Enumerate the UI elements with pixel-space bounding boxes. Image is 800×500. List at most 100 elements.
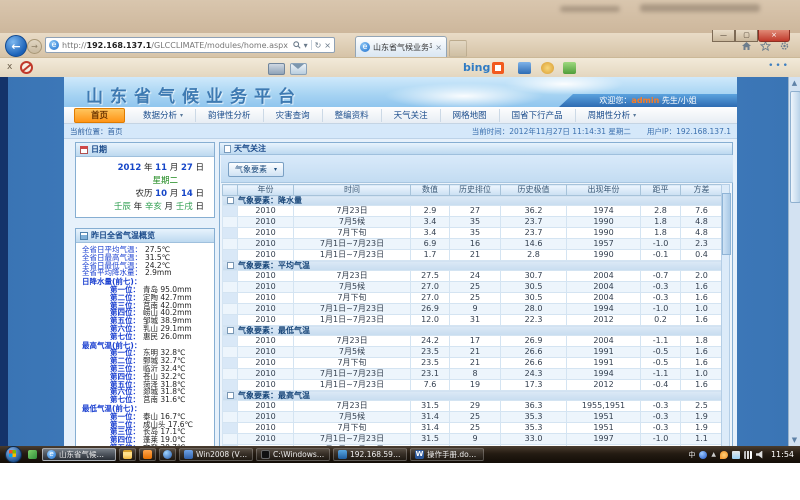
table-cell: -0.7	[641, 271, 681, 282]
checkbox[interactable]	[227, 197, 234, 204]
toolbar-close-button[interactable]: x	[7, 62, 12, 72]
table-row[interactable]: 20107月23日31.52936.31955,1951-0.32.5	[223, 401, 723, 412]
column-header[interactable]: 历史排位	[450, 185, 501, 196]
table-row[interactable]: 20107月1日~7月23日6.91614.61957-1.02.3	[223, 239, 723, 250]
table-row[interactable]: 20107月23日2.92736.219742.87.6	[223, 206, 723, 217]
checkbox[interactable]	[227, 392, 234, 399]
taskbar-clock[interactable]: 11:54	[771, 450, 794, 459]
table-row[interactable]: 20107月下旬23.52126.61991-0.51.6	[223, 358, 723, 369]
taskbar-pinned-explorer[interactable]	[119, 448, 136, 461]
blocker-icon[interactable]	[20, 61, 33, 74]
home-icon[interactable]	[741, 41, 752, 51]
taskbar-pinned-app-orange[interactable]	[139, 448, 156, 461]
column-header[interactable]: 数值	[411, 185, 450, 196]
tray-app-icon[interactable]	[699, 451, 707, 459]
column-header[interactable]: 时间	[294, 185, 411, 196]
scroll-up-icon[interactable]: ▲	[789, 77, 800, 89]
checkbox[interactable]	[227, 262, 234, 269]
group-header-row[interactable]: 气象要素：平均气温	[223, 261, 723, 271]
browser-scrollbar[interactable]: ▲ ▼	[788, 77, 800, 446]
taskbar-window-vm[interactable]: Win2008 (VS2...	[179, 448, 253, 461]
network-icon[interactable]	[744, 451, 752, 459]
taskbar-pinned-media[interactable]	[159, 448, 176, 461]
tray-flame-icon[interactable]	[720, 451, 728, 459]
scroll-down-icon[interactable]: ▼	[789, 434, 800, 446]
browser-tab[interactable]: e 山东省气候业务平... ×	[355, 36, 447, 57]
action-center-flag-icon[interactable]	[732, 451, 740, 459]
mail-icon[interactable]	[290, 63, 307, 75]
close-button[interactable]: ×	[758, 30, 790, 42]
bing-app-icon[interactable]	[492, 62, 504, 74]
nav-item-4[interactable]: 整编资料	[323, 109, 382, 122]
column-header[interactable]: 出现年份	[567, 185, 641, 196]
nav-item-2[interactable]: 韵律性分析	[196, 109, 264, 122]
table-row[interactable]: 20107月下旬27.02530.52004-0.31.6	[223, 293, 723, 304]
favorites-star-icon[interactable]	[760, 41, 771, 51]
table-scrollbar-thumb[interactable]	[722, 193, 731, 255]
nav-item-1[interactable]: 数据分析▾	[131, 109, 196, 122]
table-row[interactable]: 20107月下旬31.42535.31951-0.31.9	[223, 423, 723, 434]
table-row[interactable]: 20107月23日24.21726.92004-1.11.8	[223, 336, 723, 347]
gear-icon[interactable]	[779, 41, 790, 51]
taskbar-small-icon[interactable]	[28, 450, 37, 459]
back-button[interactable]: ←	[5, 35, 27, 57]
address-bar[interactable]: e http://192.168.137.1/GLCCLIMATE/module…	[45, 37, 335, 53]
checkbox[interactable]	[227, 327, 234, 334]
table-row[interactable]: 20107月1日~7月23日31.5933.01997-1.01.1	[223, 434, 723, 445]
table-row[interactable]: 20107月1日~7月23日26.9928.01994-1.01.0	[223, 304, 723, 315]
video-icon[interactable]	[518, 62, 531, 74]
search-dropdown-icon[interactable]: ▾	[304, 41, 308, 50]
recycle-icon[interactable]	[563, 62, 576, 74]
nav-item-6[interactable]: 网格地图	[441, 109, 500, 122]
minimize-button[interactable]: —	[712, 30, 735, 42]
table-row[interactable]: 20107月5候23.52126.61991-0.51.6	[223, 347, 723, 358]
ie-icon: e	[47, 450, 56, 459]
paw-icon[interactable]	[541, 62, 554, 74]
more-options-icon[interactable]: •••	[768, 61, 790, 71]
search-icon[interactable]	[293, 41, 301, 49]
table-row[interactable]: 20107月5候3.43523.719901.84.8	[223, 217, 723, 228]
new-tab-button[interactable]	[449, 40, 467, 57]
table-scrollbar[interactable]	[721, 184, 730, 446]
column-header[interactable]: 方差	[681, 185, 723, 196]
nav-item-7[interactable]: 国省下行产品	[500, 109, 576, 122]
table-row[interactable]: 20101月1日~7月23日7.61917.32012-0.41.6	[223, 380, 723, 391]
forward-button[interactable]: →	[27, 39, 42, 54]
stop-icon[interactable]: ×	[324, 41, 331, 50]
url-text[interactable]: http://192.168.137.1/GLCCLIMATE/modules/…	[62, 41, 293, 50]
nav-item-5[interactable]: 天气关注	[382, 109, 441, 122]
nav-item-3[interactable]: 灾害查询	[264, 109, 323, 122]
tab-close-icon[interactable]: ×	[435, 43, 442, 52]
browser-scrollbar-thumb[interactable]	[790, 91, 800, 203]
group-header-row[interactable]: 气象要素：最低气温	[223, 326, 723, 336]
table-row[interactable]: 20101月1日~7月23日12.03122.320120.21.6	[223, 315, 723, 326]
bing-logo[interactable]: bing	[463, 61, 490, 74]
taskbar-window-rdp[interactable]: 192.168.59.99...	[333, 448, 407, 461]
taskbar-window-word[interactable]: W操作手册.docx -...	[410, 448, 484, 461]
table-row[interactable]: 20107月23日27.52430.72004-0.72.0	[223, 271, 723, 282]
group-header-row[interactable]: 气象要素：降水量	[223, 196, 723, 206]
card-icon[interactable]	[268, 63, 285, 75]
volume-icon[interactable]	[756, 451, 764, 459]
table-cell: 27	[450, 206, 501, 217]
input-language-indicator[interactable]: 中	[688, 451, 695, 459]
nav-item-0[interactable]: 首页	[74, 108, 125, 123]
refresh-icon[interactable]: ↻	[315, 41, 322, 50]
column-header[interactable]: 年份	[238, 185, 294, 196]
maximize-button[interactable]: ▢	[735, 30, 758, 42]
column-header[interactable]: 距平	[641, 185, 681, 196]
group-header-row[interactable]: 气象要素：最高气温	[223, 391, 723, 401]
taskbar-window-cmd[interactable]: C:\Windows\s...	[256, 448, 330, 461]
table-row[interactable]: 20107月1日~7月23日23.1824.31994-1.11.0	[223, 369, 723, 380]
table-row[interactable]: 20101月1日~7月23日1.7212.81990-0.10.4	[223, 250, 723, 261]
column-header[interactable]: 历史极值	[501, 185, 567, 196]
table-row[interactable]: 20107月5候31.42535.31951-0.31.9	[223, 412, 723, 423]
element-filter-button[interactable]: 气象要素▾	[228, 162, 284, 177]
start-button[interactable]	[5, 446, 22, 463]
table-row[interactable]: 20107月下旬3.43523.719901.84.8	[223, 228, 723, 239]
table-row[interactable]: 20107月5候27.02530.52004-0.31.6	[223, 282, 723, 293]
tray-overflow-icon[interactable]: ▲	[711, 451, 716, 458]
nav-item-8[interactable]: 周期性分析▾	[576, 109, 649, 122]
taskbar-window-ie[interactable]: e山东省气候业...	[42, 448, 116, 461]
window-controls: — ▢ ×	[712, 30, 790, 42]
